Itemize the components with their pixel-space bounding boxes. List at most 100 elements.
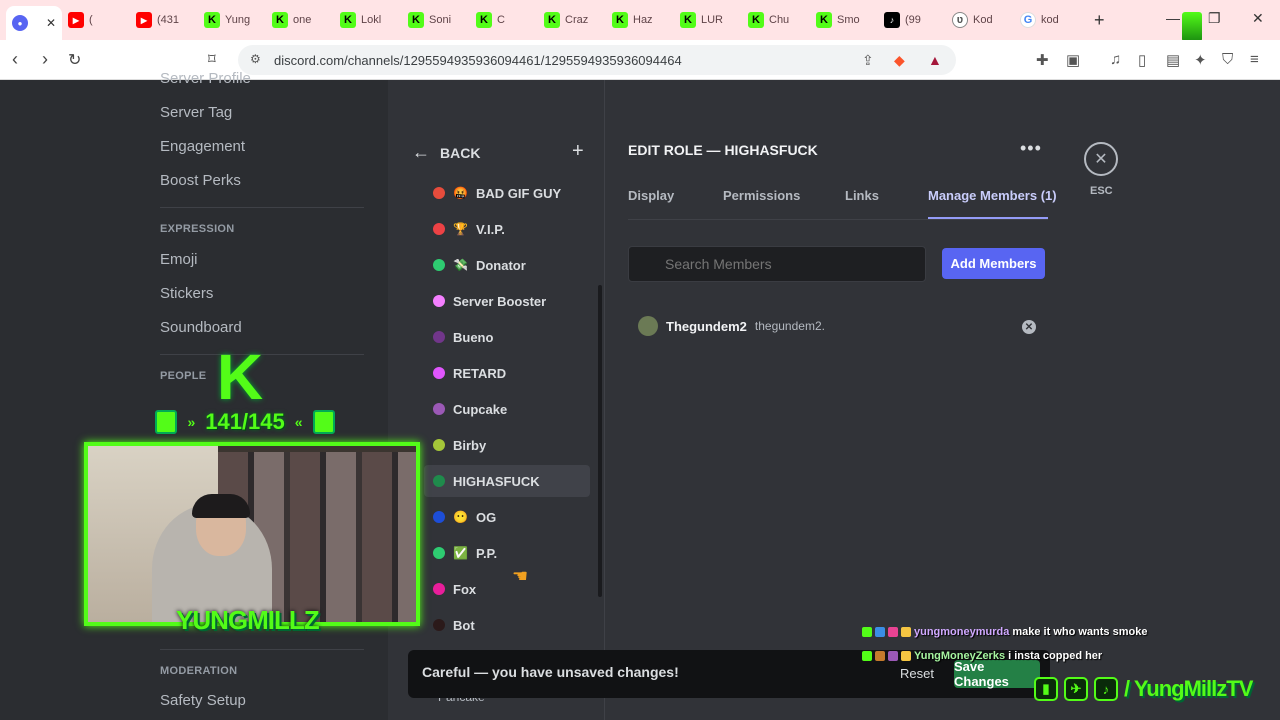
streamer-name: YUNGMILLZ	[176, 605, 320, 635]
sidebar-item-server-tag[interactable]: Server Tag	[160, 104, 232, 121]
bookmark-icon[interactable]: ⌑	[208, 50, 216, 68]
back-arrow-icon[interactable]: ‹	[12, 49, 18, 70]
browser-tab[interactable]: Kone	[266, 5, 334, 35]
role-item[interactable]: Server Booster	[424, 285, 590, 317]
tiktok-icon: ♪	[884, 12, 900, 28]
browser-tab[interactable]: K Smo	[810, 5, 878, 35]
role-color-dot	[433, 439, 445, 451]
browser-tab[interactable]: Gkod	[1014, 5, 1082, 35]
close-window-icon[interactable]: ✕	[1252, 10, 1264, 27]
more-options-icon[interactable]: •••	[1020, 138, 1042, 159]
twitch-icon: ▮	[1034, 677, 1058, 701]
save-changes-button[interactable]: Save Changes	[954, 659, 1040, 689]
url-field[interactable]: ⚙ discord.com/channels/12955949359360944…	[238, 45, 956, 75]
browser-tab-label: (431	[157, 14, 180, 26]
tiktok-icon: ♪	[1094, 677, 1118, 701]
browser-tab[interactable]: KC	[470, 5, 538, 35]
tab-links[interactable]: Links	[845, 188, 879, 203]
minimize-icon[interactable]: —	[1166, 10, 1180, 26]
sidebar-item-stickers[interactable]: Stickers	[160, 285, 213, 302]
chat-username: yungmoneymurda	[914, 626, 1010, 638]
search-members-input[interactable]	[628, 246, 926, 282]
share-icon[interactable]: ⇪	[862, 52, 874, 69]
role-item[interactable]: 😶 OG	[424, 501, 590, 533]
role-item[interactable]: 🤬 BAD GIF GUY	[424, 177, 590, 209]
tab-manage-members[interactable]: Manage Members (1)	[928, 188, 1057, 203]
add-members-button[interactable]: Add Members	[942, 248, 1045, 279]
sidebar-item-engagement[interactable]: Engagement	[160, 138, 245, 155]
chat-message: yungmoneymurda make it who wants smoke	[862, 626, 1147, 638]
browser-tab[interactable]: K Haz	[606, 5, 674, 35]
brave-rewards-icon[interactable]: ▲	[928, 52, 942, 68]
role-item[interactable]: Birby	[424, 429, 590, 461]
sidebar-toggle-icon[interactable]: ▯	[1138, 51, 1146, 69]
sidebar-item-emoji[interactable]: Emoji	[160, 251, 198, 268]
role-color-dot	[433, 259, 445, 271]
reset-button[interactable]: Reset	[900, 666, 934, 681]
reload-icon[interactable]: ↻	[68, 50, 81, 70]
chevron-left-icon: «	[294, 414, 303, 430]
restore-icon[interactable]: ❐	[1208, 10, 1221, 27]
hand-cursor-icon: ☚	[512, 566, 529, 586]
browser-tab-label: (99	[905, 14, 921, 26]
browser-tab-label: Kod	[973, 14, 993, 26]
sidebar-heading-expression: EXPRESSION	[160, 223, 235, 235]
role-color-dot	[433, 187, 445, 199]
create-role-button[interactable]: +	[572, 140, 584, 163]
browser-tab[interactable]: ♪ (99	[878, 5, 946, 35]
role-name: Bueno	[453, 329, 494, 345]
role-item[interactable]: Bot	[424, 609, 590, 641]
member-row: Thegundem2 thegundem2.	[638, 316, 825, 336]
avatar	[638, 316, 658, 336]
back-button[interactable]: ← BACK	[412, 142, 480, 163]
member-username: thegundem2.	[754, 319, 825, 333]
role-item[interactable]: 🏆 V.I.P.	[424, 213, 590, 245]
url-text: discord.com/channels/1295594935936094461…	[274, 52, 682, 68]
chat-text: i insta copped her	[1008, 650, 1103, 662]
browser-tab[interactable]: ʋ Kod	[946, 5, 1014, 35]
forward-arrow-icon[interactable]: ›	[42, 49, 48, 70]
leo-ai-icon[interactable]: ✦	[1194, 51, 1207, 69]
extensions-icon[interactable]: ✚	[1036, 51, 1049, 69]
tab-search-icon[interactable]: ▣	[1066, 51, 1080, 69]
browser-tab[interactable]: K Lokl	[334, 5, 402, 35]
remove-member-icon[interactable]: ✕	[1022, 320, 1036, 334]
browser-tab[interactable]: ▶ (431	[130, 5, 198, 35]
sidebar-divider	[160, 207, 364, 208]
browser-tab[interactable]: K Chu	[742, 5, 810, 35]
browser-tab[interactable]: ● ✕	[6, 6, 62, 40]
wallet-icon[interactable]: ▤	[1166, 51, 1180, 69]
crown-badge-icon	[901, 651, 911, 661]
role-item[interactable]: HIGHASFUCK	[424, 465, 590, 497]
new-tab-icon[interactable]: +	[1094, 10, 1105, 31]
browser-tab[interactable]: K Yung	[198, 5, 266, 35]
browser-tab-label: C	[497, 14, 505, 26]
close-tab-icon[interactable]: ✕	[46, 16, 56, 30]
vpn-icon[interactable]: ⛉	[1222, 51, 1233, 68]
browser-tab[interactable]: K LUR	[674, 5, 742, 35]
brave-shield-icon[interactable]: ◆	[894, 52, 905, 69]
close-settings-button[interactable]: ✕	[1084, 142, 1118, 176]
box-badge-icon	[875, 651, 885, 661]
browser-tab[interactable]: K Soni	[402, 5, 470, 35]
tab-permissions[interactable]: Permissions	[723, 188, 800, 203]
media-icon[interactable]: ♫	[1110, 51, 1121, 68]
menu-icon[interactable]: ≡	[1250, 51, 1259, 68]
role-item[interactable]: ✅ P.P.	[424, 537, 590, 569]
role-list-scrollbar[interactable]	[598, 285, 602, 597]
sidebar-item-boost-perks[interactable]: Boost Perks	[160, 172, 241, 189]
overlay-sprite	[1182, 12, 1202, 42]
browser-tab[interactable]: ▶(	[62, 5, 130, 35]
role-item[interactable]: Cupcake	[424, 393, 590, 425]
role-item[interactable]: Bueno	[424, 321, 590, 353]
role-item[interactable]: 💸 Donator	[424, 249, 590, 281]
role-item[interactable]: RETARD	[424, 357, 590, 389]
kick-icon: K	[680, 12, 696, 28]
sidebar-item-safety-setup[interactable]: Safety Setup	[160, 692, 246, 709]
browser-tab[interactable]: K Craz	[538, 5, 606, 35]
tab-display[interactable]: Display	[628, 188, 674, 203]
role-item[interactable]: Fox	[424, 573, 590, 605]
site-info-icon[interactable]: ⚙	[250, 52, 261, 66]
sidebar-item-server-profile[interactable]: Server Profile	[160, 70, 251, 87]
sidebar-item-soundboard[interactable]: Soundboard	[160, 319, 242, 336]
